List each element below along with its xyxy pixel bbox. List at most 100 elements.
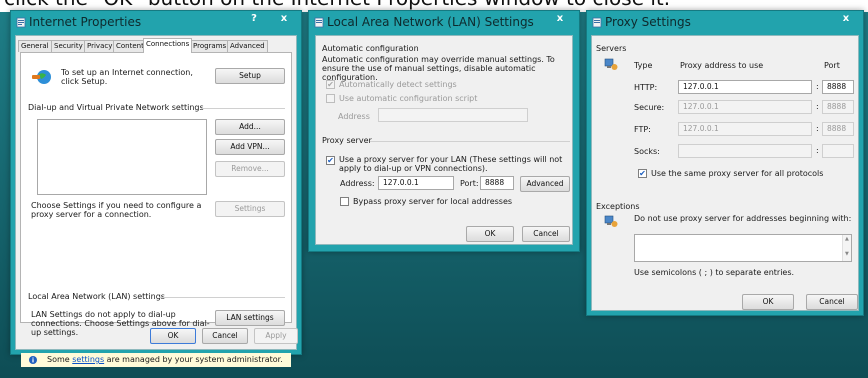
auto-script-checkbox[interactable] (326, 94, 335, 103)
bypass-local-label: Bypass proxy server for local addresses (353, 197, 513, 206)
close-button[interactable]: x (271, 11, 297, 29)
port-label: Port: (460, 179, 479, 188)
same-proxy-label: Use the same proxy server for all protoc… (651, 169, 824, 178)
lan-header: Local Area Network (LAN) settings (28, 292, 165, 301)
dialup-divider (201, 108, 285, 109)
lan-settings-button[interactable]: LAN settings (215, 310, 285, 326)
socks-address-input[interactable] (678, 144, 812, 158)
add-vpn-button[interactable]: Add VPN... (215, 139, 285, 155)
cancel-button[interactable]: Cancel (806, 294, 858, 310)
exceptions-textarea[interactable]: ▲ ▼ (634, 234, 852, 262)
admin-note-bar: Some settings are managed by your system… (21, 353, 291, 367)
proxy-settings-body: Servers Type Proxy address to use Port H… (591, 35, 859, 311)
http-address-input[interactable]: 127.0.0.1 (678, 80, 812, 94)
lan-settings-window: Local Area Network (LAN) Settings x Auto… (308, 10, 580, 252)
lan-settings-titlebar[interactable]: Local Area Network (LAN) Settings x (309, 11, 579, 35)
exceptions-header: Exceptions (596, 202, 640, 211)
auto-script-label: Use automatic configuration script (339, 94, 478, 103)
internet-properties-window: Internet Properties ? x General Security… (10, 10, 302, 367)
dialup-header: Dial-up and Virtual Private Network sett… (28, 103, 204, 112)
auto-config-header: Automatic configuration (322, 44, 419, 53)
ftp-address-input[interactable]: 127.0.0.1 (678, 122, 812, 136)
advanced-button[interactable]: Advanced (520, 176, 570, 192)
proxy-server-header: Proxy server (322, 136, 372, 145)
servers-header: Servers (596, 44, 627, 53)
tab-connections[interactable]: Connections (143, 38, 193, 53)
use-proxy-checkbox[interactable]: ✔ (326, 156, 335, 165)
use-proxy-label: Use a proxy server for your LAN (These s… (339, 155, 563, 173)
internet-properties-titlebar[interactable]: Internet Properties ? x (11, 11, 301, 35)
ftp-label: FTP: (634, 125, 651, 134)
http-port-input[interactable]: 8888 (822, 80, 854, 94)
cancel-button[interactable]: Cancel (202, 328, 248, 344)
port-input[interactable]: 8888 (480, 176, 514, 190)
cancel-button[interactable]: Cancel (522, 226, 570, 242)
admin-note: Some settings are managed by your system… (47, 355, 283, 364)
proxy-settings-titlebar[interactable]: Proxy Settings x (587, 11, 863, 35)
internet-properties-body: General Security Privacy Content Connect… (15, 35, 298, 367)
secure-label: Secure: (634, 103, 665, 112)
ftp-colon: : (816, 124, 819, 133)
tab-programs[interactable]: Programs (190, 40, 230, 52)
script-address-input[interactable] (378, 108, 528, 122)
secure-colon: : (816, 102, 819, 111)
proxy-address-input[interactable]: 127.0.0.1 (378, 176, 454, 190)
window-title: Local Area Network (LAN) Settings (327, 15, 534, 29)
close-button[interactable]: x (833, 11, 859, 29)
scroll-down-icon[interactable]: ▼ (845, 251, 849, 257)
internet-options-icon (16, 17, 26, 28)
tab-content[interactable]: Content (113, 40, 147, 52)
ok-button[interactable]: OK (742, 294, 794, 310)
semicolons-text: Use semicolons ( ; ) to separate entries… (634, 268, 795, 277)
tab-general[interactable]: General (18, 40, 52, 52)
connections-page: To set up an Internet connection, click … (20, 52, 292, 367)
tab-privacy[interactable]: Privacy (84, 40, 116, 52)
socks-colon: : (816, 146, 819, 155)
auto-config-text: Automatic configuration may override man… (322, 55, 555, 82)
settings-button[interactable]: Settings (215, 201, 285, 217)
auto-detect-label: Automatically detect settings (339, 80, 457, 89)
lan-divider (159, 297, 285, 298)
exceptions-scrollbar[interactable]: ▲ ▼ (842, 235, 851, 261)
socks-port-input[interactable] (822, 144, 854, 158)
lan-settings-body: Automatic configuration Automatic config… (315, 35, 573, 245)
close-button[interactable]: x (547, 11, 573, 29)
proxy-divider (370, 141, 570, 142)
remove-button[interactable]: Remove... (215, 161, 285, 177)
same-proxy-checkbox[interactable]: ✔ (638, 169, 647, 178)
ftp-port-input[interactable]: 8888 (822, 122, 854, 136)
tab-advanced[interactable]: Advanced (227, 40, 268, 52)
http-colon: : (816, 82, 819, 91)
connections-list[interactable] (37, 119, 207, 195)
window-title: Internet Properties (29, 15, 142, 29)
window-title: Proxy Settings (605, 15, 691, 29)
scroll-up-icon[interactable]: ▲ (845, 236, 849, 242)
instruction-text: click the "OK" button on the Internet Pr… (4, 0, 670, 10)
apply-button[interactable]: Apply (254, 328, 298, 344)
proxy-settings-icon (592, 17, 602, 28)
lan-settings-icon (314, 17, 324, 28)
add-button[interactable]: Add... (215, 119, 285, 135)
settings-link[interactable]: settings (72, 355, 104, 364)
socks-label: Socks: (634, 147, 660, 156)
info-icon (29, 356, 37, 364)
admin-note-prefix: Some (47, 355, 73, 364)
secure-port-input[interactable]: 8888 (822, 100, 854, 114)
help-button[interactable]: ? (241, 11, 267, 29)
ok-button[interactable]: OK (150, 328, 196, 344)
bypass-local-checkbox[interactable] (340, 197, 349, 206)
secure-address-input[interactable]: 127.0.0.1 (678, 100, 812, 114)
column-address: Proxy address to use (680, 61, 764, 70)
exceptions-text: Do not use proxy server for addresses be… (634, 214, 852, 223)
ok-button[interactable]: OK (466, 226, 514, 242)
globe-network-icon (32, 70, 51, 84)
auto-detect-checkbox[interactable]: ✔ (326, 80, 335, 89)
choose-settings-text: Choose Settings if you need to configure… (31, 201, 202, 219)
tab-security[interactable]: Security (51, 40, 86, 52)
network-computer-icon (604, 58, 618, 70)
column-port: Port (824, 61, 840, 70)
column-type: Type (634, 61, 653, 70)
setup-button[interactable]: Setup (215, 68, 285, 84)
address-label: Address (338, 112, 370, 121)
setup-text: To set up an Internet connection, click … (61, 68, 193, 86)
